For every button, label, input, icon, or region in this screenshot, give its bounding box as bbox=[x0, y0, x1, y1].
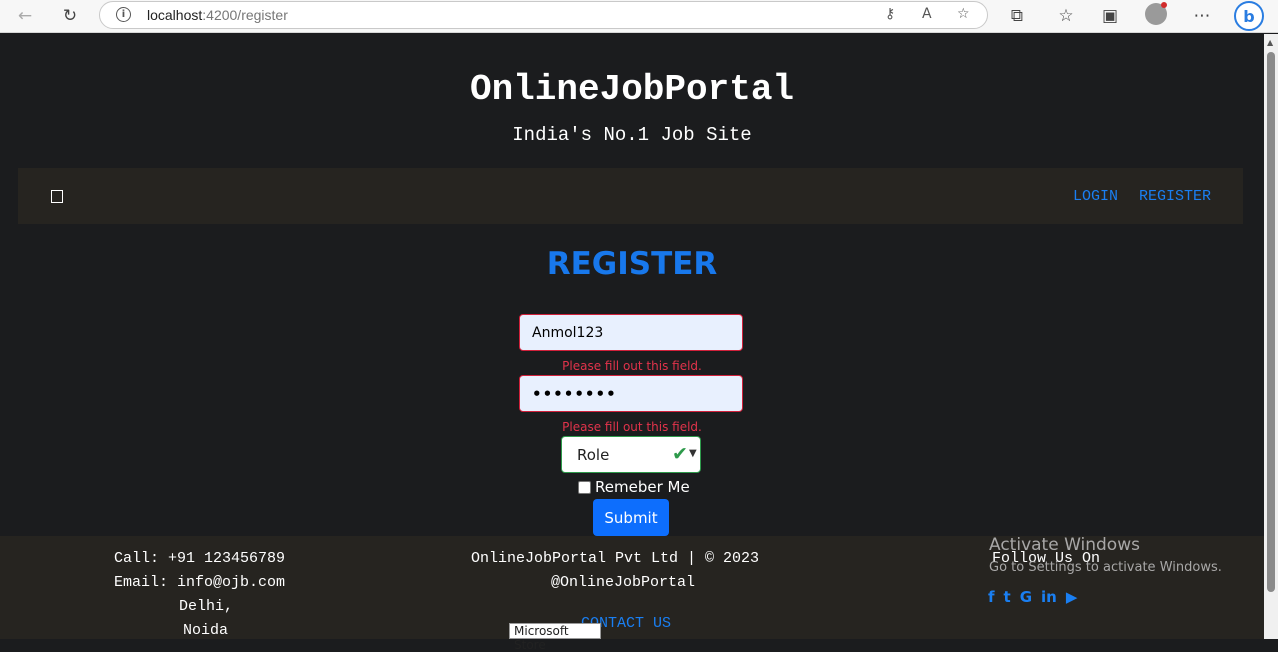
scroll-up-icon[interactable]: ▲ bbox=[1267, 38, 1273, 47]
username-error: Please fill out this field. bbox=[562, 359, 702, 373]
facebook-icon[interactable]: f bbox=[988, 588, 995, 606]
notification-dot bbox=[1161, 2, 1167, 8]
more-icon[interactable]: ⋯ bbox=[1189, 4, 1215, 28]
reload-icon[interactable]: ↻ bbox=[57, 4, 83, 28]
footer-email: Email: info@ojb.com bbox=[114, 574, 286, 591]
submit-button[interactable]: Submit bbox=[593, 499, 669, 536]
favorite-add-icon[interactable]: ☆ bbox=[957, 6, 970, 22]
collections-icon[interactable]: ▣ bbox=[1097, 4, 1123, 28]
tooltip: Microsoft Store bbox=[509, 623, 601, 652]
youtube-icon[interactable]: ▶ bbox=[1066, 588, 1078, 606]
bing-icon[interactable]: b bbox=[1234, 1, 1264, 31]
twitter-icon[interactable]: t bbox=[1004, 588, 1011, 606]
footer-city: Delhi, bbox=[179, 598, 234, 615]
remember-me-label: Remeber Me bbox=[595, 478, 690, 496]
chevron-down-icon: ▼ bbox=[689, 448, 697, 459]
linkedin-icon[interactable]: in bbox=[1041, 588, 1057, 606]
nav-register-link[interactable]: REGISTER bbox=[1139, 188, 1211, 205]
site-info-icon[interactable]: i bbox=[116, 7, 131, 22]
browser-toolbar: ← ↻ i localhost:4200/register ⚷ A ☆ ⧉ ☆ … bbox=[0, 0, 1278, 33]
activate-windows-title: Activate Windows bbox=[989, 535, 1140, 555]
back-icon[interactable]: ← bbox=[12, 4, 38, 28]
google-icon[interactable]: G bbox=[1020, 588, 1032, 606]
username-input[interactable]: Anmol123 bbox=[519, 314, 743, 351]
remember-me[interactable]: Remeber Me bbox=[578, 478, 690, 496]
address-bar[interactable]: i localhost:4200/register ⚷ A ☆ bbox=[99, 1, 988, 29]
role-select[interactable]: Role ✔ ▼ bbox=[561, 436, 701, 473]
navbar-toggle-icon[interactable] bbox=[51, 190, 63, 203]
favorites-icon[interactable]: ☆ bbox=[1053, 4, 1079, 28]
url-path: :4200/register bbox=[202, 7, 288, 23]
site-title: OnlineJobPortal bbox=[469, 69, 795, 110]
footer-handle: @OnlineJobPortal bbox=[551, 574, 696, 591]
password-error: Please fill out this field. bbox=[562, 420, 702, 434]
nav-login-link[interactable]: LOGIN bbox=[1073, 188, 1118, 205]
footer-call: Call: +91 123456789 bbox=[114, 550, 286, 567]
activate-windows-subtitle: Go to Settings to activate Windows. bbox=[989, 560, 1222, 575]
url-host: localhost bbox=[147, 7, 203, 23]
vertical-scrollbar[interactable]: ▲ bbox=[1264, 34, 1278, 639]
navbar: LOGIN REGISTER bbox=[18, 168, 1243, 224]
remember-me-checkbox[interactable] bbox=[578, 480, 591, 494]
valid-check-icon: ✔ bbox=[672, 443, 688, 465]
url-text: localhost:4200/register bbox=[147, 7, 288, 23]
extensions-icon[interactable]: ⧉ bbox=[1004, 4, 1030, 28]
role-select-value: Role bbox=[577, 445, 610, 464]
key-icon[interactable]: ⚷ bbox=[885, 6, 895, 22]
site-subtitle: India's No.1 Job Site bbox=[512, 124, 752, 146]
scrollbar-thumb[interactable] bbox=[1267, 52, 1275, 592]
password-input[interactable]: •••••••• bbox=[519, 375, 743, 412]
footer-city2: Noida bbox=[183, 622, 229, 639]
social-links: f t G in ▶ bbox=[988, 588, 1077, 606]
register-heading: REGISTER bbox=[546, 246, 718, 282]
read-aloud-icon[interactable]: A bbox=[922, 6, 932, 22]
footer-company: OnlineJobPortal Pvt Ltd | © 2023 bbox=[471, 550, 760, 567]
